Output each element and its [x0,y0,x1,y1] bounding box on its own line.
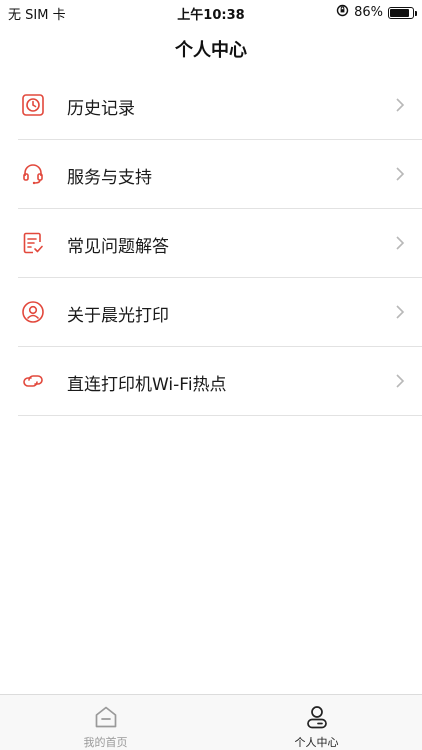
menu-item-faq[interactable]: 常见问题解答 [0,209,422,278]
user-circle-icon [21,300,45,324]
chevron-right-icon [395,97,405,113]
chevron-right-icon [395,235,405,251]
home-icon [93,704,119,730]
screen: 无 SIM 卡 上午10:38 86% 个人中心 历史记录 服务与支持 常见问题… [0,0,422,750]
menu-item-history[interactable]: 历史记录 [0,71,422,140]
battery-icon [388,6,417,19]
menu-item-label: 关于晨光打印 [67,306,169,326]
menu-item-label: 直连打印机Wi-Fi热点 [67,375,227,395]
menu-item-about[interactable]: 关于晨光打印 [0,278,422,347]
page-title: 个人中心 [175,40,247,61]
checklist-icon [21,231,45,255]
chevron-right-icon [395,373,405,389]
menu-item-label: 常见问题解答 [67,237,169,257]
person-icon [304,704,330,730]
tab-profile[interactable]: 个人中心 [211,695,422,750]
chevron-right-icon [395,166,405,182]
battery-percent: 86% [354,5,383,20]
menu-list: 历史记录 服务与支持 常见问题解答 关于晨光打印 直连打印机Wi-Fi热点 [0,71,422,416]
tab-label: 我的首页 [83,736,128,749]
battery-fill [390,8,409,17]
tab-label: 个人中心 [294,736,339,749]
chevron-right-icon [395,304,405,320]
menu-item-label: 历史记录 [67,99,135,119]
link-icon [21,369,45,393]
menu-item-support[interactable]: 服务与支持 [0,140,422,209]
orientation-lock-icon [336,4,349,21]
clock-icon [21,93,45,117]
status-right-group: 86% [336,4,417,21]
headset-icon [21,162,45,186]
status-bar: 无 SIM 卡 上午10:38 86% [0,0,422,24]
tab-home[interactable]: 我的首页 [0,695,211,750]
menu-item-label: 服务与支持 [67,168,152,188]
menu-item-wifi-hotspot[interactable]: 直连打印机Wi-Fi热点 [0,347,422,416]
tab-bar: 我的首页 个人中心 [0,694,422,750]
